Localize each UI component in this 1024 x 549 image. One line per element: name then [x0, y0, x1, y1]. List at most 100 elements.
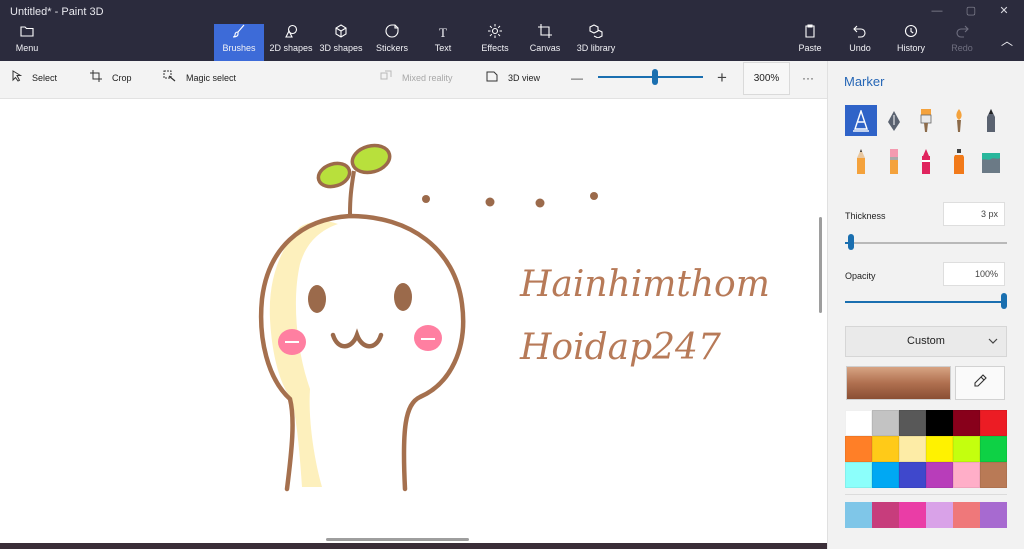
zoom-out-button[interactable]: —: [571, 61, 583, 95]
color-mode-dropdown[interactable]: Custom: [845, 326, 1007, 357]
opacity-label: Opacity: [845, 271, 876, 281]
mixed-reality-button[interactable]: Mixed reality: [380, 61, 453, 95]
color-swatch[interactable]: [953, 410, 980, 436]
maximize-button[interactable]: ▢: [956, 2, 986, 20]
custom-color-swatch[interactable]: [899, 502, 926, 528]
3d-view-button[interactable]: 3D view: [486, 61, 540, 95]
tab-stickers-label: Stickers: [375, 43, 408, 53]
redo-icon: [947, 24, 977, 42]
color-swatch[interactable]: [845, 462, 872, 488]
zoom-in-button[interactable]: +: [717, 61, 727, 95]
color-swatch[interactable]: [899, 410, 926, 436]
history-button[interactable]: History: [895, 24, 927, 61]
crayon-icon[interactable]: [910, 146, 942, 177]
color-swatch[interactable]: [899, 436, 926, 462]
more-options-button[interactable]: ···: [802, 61, 814, 95]
select-button[interactable]: Select: [12, 61, 57, 95]
color-swatch[interactable]: [899, 462, 926, 488]
pointer-icon: [12, 61, 23, 95]
body-shading: [269, 221, 338, 487]
redo-label: Redo: [951, 43, 973, 53]
brush-icon: [214, 24, 264, 42]
custom-color-swatch[interactable]: [926, 502, 953, 528]
watercolor-icon[interactable]: [943, 105, 975, 136]
color-swatch[interactable]: [872, 436, 899, 462]
3d-view-label: 3D view: [508, 73, 541, 83]
color-swatch[interactable]: [953, 462, 980, 488]
custom-color-swatch[interactable]: [845, 502, 872, 528]
color-swatch[interactable]: [872, 410, 899, 436]
color-swatch[interactable]: [845, 436, 872, 462]
canvas-toolbar: Select Crop Magic select Mixed reality 3…: [0, 61, 827, 99]
thickness-slider-thumb[interactable]: [848, 234, 854, 250]
effects-icon: [477, 24, 513, 42]
magic-select-button[interactable]: Magic select: [163, 61, 236, 95]
redo-button[interactable]: Redo: [947, 24, 977, 61]
folder-icon: [8, 24, 46, 42]
tab-2d-shapes[interactable]: 2D shapes: [266, 24, 316, 61]
vertical-scrollbar[interactable]: [819, 217, 822, 313]
tab-stickers[interactable]: Stickers: [372, 24, 412, 61]
color-swatch[interactable]: [926, 410, 953, 436]
thickness-slider-track[interactable]: [845, 242, 1007, 244]
3d-library-icon: [574, 24, 618, 42]
mouth: [330, 328, 384, 349]
zoom-slider-thumb[interactable]: [652, 69, 658, 85]
pencil-icon[interactable]: [845, 146, 877, 177]
color-swatch[interactable]: [980, 410, 1007, 436]
oil-brush-icon[interactable]: [910, 105, 942, 136]
tab-canvas[interactable]: Canvas: [527, 24, 563, 61]
paste-button[interactable]: Paste: [795, 24, 825, 61]
drawing-canvas[interactable]: Hainhimthom Hoidap247: [0, 99, 827, 543]
canvas-icon: [527, 24, 563, 42]
opacity-input[interactable]: 100%: [943, 262, 1005, 286]
tab-text[interactable]: T Text: [426, 24, 460, 61]
text-icon: T: [439, 25, 447, 40]
color-swatch[interactable]: [926, 436, 953, 462]
eyedropper-button[interactable]: [955, 366, 1005, 400]
color-swatch[interactable]: [872, 462, 899, 488]
pixel-pen-icon[interactable]: [975, 105, 1007, 136]
color-swatch[interactable]: [845, 410, 872, 436]
calligraphy-pen-icon[interactable]: [878, 105, 910, 136]
eyedropper-icon: [973, 373, 987, 393]
minimize-button[interactable]: —: [922, 2, 952, 20]
eraser-icon[interactable]: [878, 146, 910, 177]
2d-shapes-icon: [266, 24, 316, 42]
menu-button[interactable]: Menu: [8, 24, 46, 61]
tab-3d-library[interactable]: 3D library: [574, 24, 618, 61]
opacity-slider-track[interactable]: [845, 301, 1005, 303]
color-swatch[interactable]: [953, 436, 980, 462]
marker-icon[interactable]: [845, 105, 877, 136]
horizontal-scrollbar[interactable]: [326, 538, 469, 541]
custom-color-swatch[interactable]: [953, 502, 980, 528]
undo-button[interactable]: Undo: [845, 24, 875, 61]
opacity-slider-thumb[interactable]: [1001, 293, 1007, 309]
close-button[interactable]: ✕: [989, 2, 1019, 20]
fill-bucket-icon[interactable]: [975, 146, 1007, 177]
color-swatch[interactable]: [980, 462, 1007, 488]
tab-brushes[interactable]: Brushes: [214, 24, 264, 61]
tab-effects[interactable]: Effects: [477, 24, 513, 61]
window-title: Untitled* - Paint 3D: [10, 6, 104, 18]
spray-can-icon[interactable]: [943, 146, 975, 177]
thickness-input[interactable]: 3 px: [943, 202, 1005, 226]
undo-icon: [845, 24, 875, 42]
crop-button[interactable]: Crop: [90, 61, 132, 95]
zoom-slider-track[interactable]: [598, 76, 703, 78]
mixed-reality-label: Mixed reality: [402, 73, 453, 83]
color-swatch[interactable]: [926, 462, 953, 488]
tab-text-label: Text: [434, 43, 452, 53]
custom-color-swatch[interactable]: [872, 502, 899, 528]
paste-label: Paste: [798, 43, 822, 53]
color-swatch[interactable]: [980, 436, 1007, 462]
tab-3d-shapes[interactable]: 3D shapes: [318, 24, 364, 61]
crop-label: Crop: [112, 73, 132, 83]
tab-2d-shapes-label: 2D shapes: [269, 43, 313, 53]
mixed-reality-icon: [380, 61, 392, 95]
zoom-percentage[interactable]: 300%: [743, 62, 790, 95]
custom-color-swatch[interactable]: [980, 502, 1007, 528]
crop-icon: [90, 61, 102, 95]
current-color-swatch[interactable]: [846, 366, 951, 400]
tab-3d-shapes-label: 3D shapes: [319, 43, 363, 53]
